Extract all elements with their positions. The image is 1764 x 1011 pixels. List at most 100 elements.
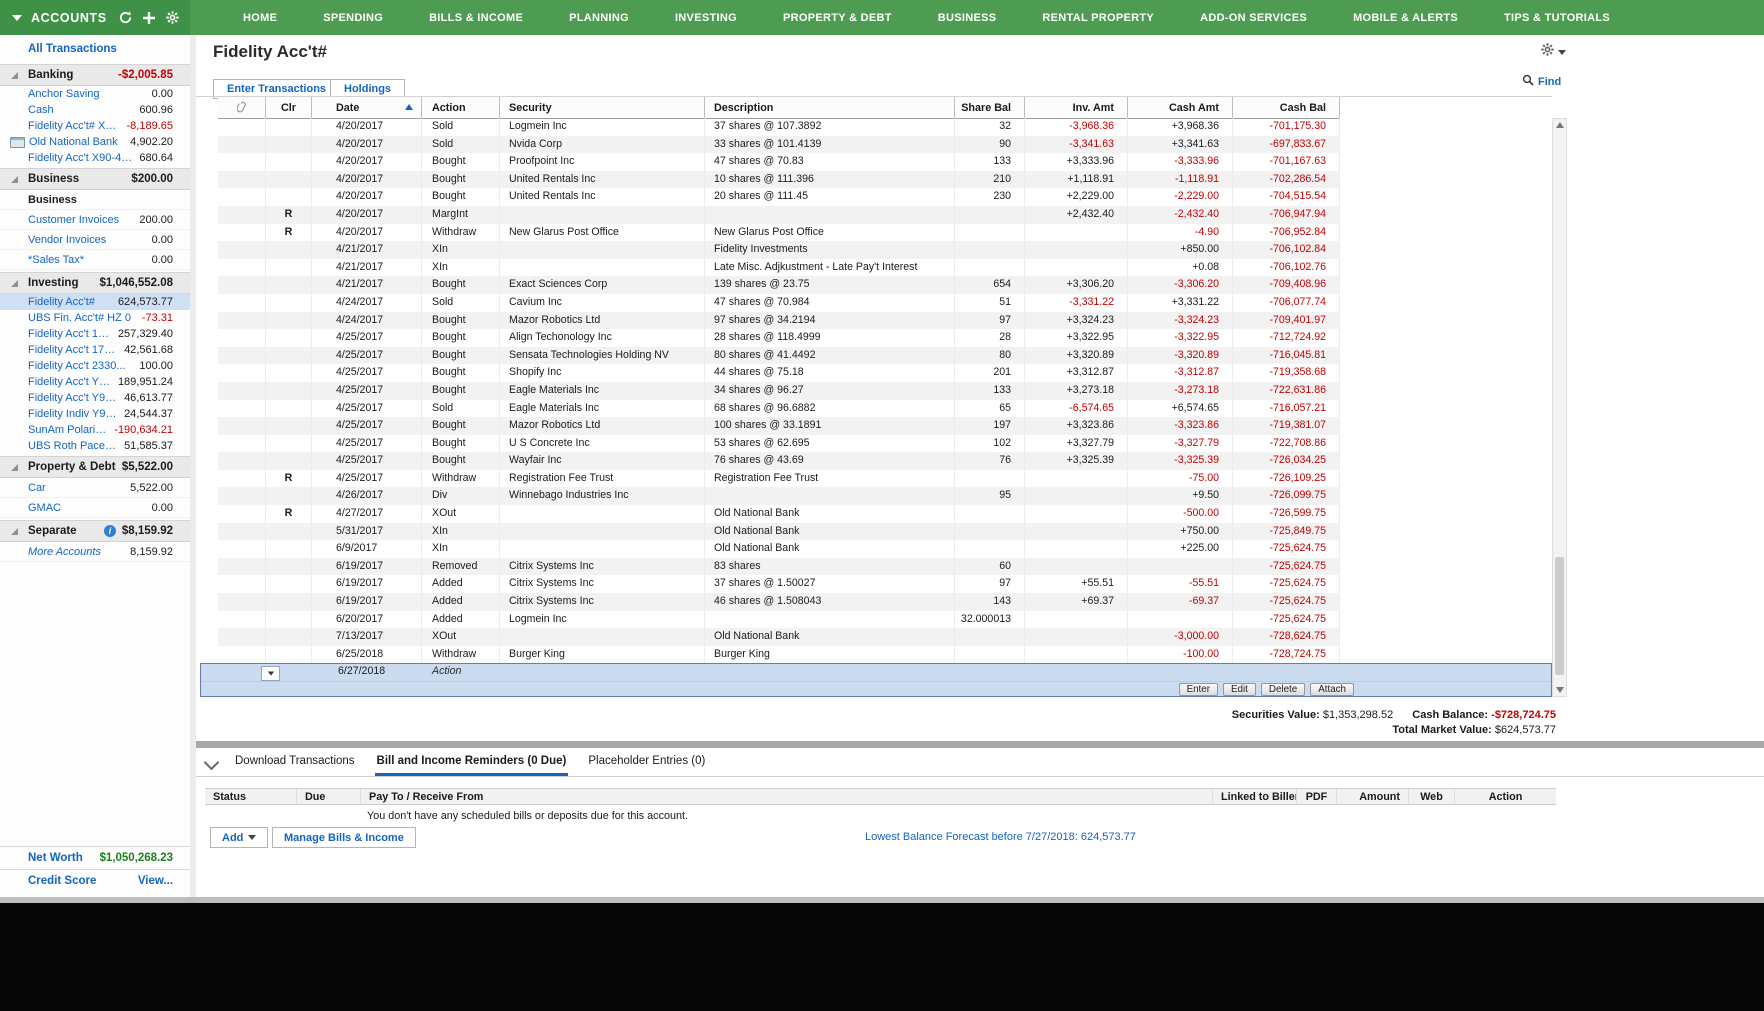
sidebar-item-fidelity-acc-t-x83-0[interactable]: Fidelity Acc't# X83-0...-8,189.65 (0, 118, 190, 134)
tab-placeholder-entries-0[interactable]: Placeholder Entries (0) (586, 748, 707, 776)
table-row[interactable]: 4/20/2017BoughtProofpoint Inc47 shares @… (218, 153, 1340, 171)
add-account-icon[interactable] (142, 11, 156, 25)
table-row[interactable]: 4/21/2017XInFidelity Investments+850.00-… (218, 241, 1340, 259)
nav-item-planning[interactable]: PLANNING (569, 12, 629, 24)
attachment-column-header[interactable] (218, 97, 266, 118)
reminders-column-pay-to-receive-from[interactable]: Pay To / Receive From (361, 789, 1213, 804)
table-row[interactable]: 4/20/2017SoldLogmein Inc37 shares @ 107.… (218, 118, 1340, 136)
new-transaction-action-placeholder[interactable]: Action (432, 665, 461, 677)
sidebar-item-sunam-polaris-ii-p[interactable]: SunAm Polaris II P...-190,634.21 (0, 422, 190, 438)
table-row[interactable]: 5/31/2017XInOld National Bank+750.00-725… (218, 523, 1340, 541)
sidebar-item-fidelity-acc-t[interactable]: Fidelity Acc't#624,573.77 (0, 294, 190, 310)
sidebar-item-business[interactable]: Business (0, 190, 190, 210)
table-row[interactable]: 6/20/2017AddedLogmein Inc32.000013-725,6… (218, 611, 1340, 629)
table-row[interactable]: 4/25/2017BoughtU S Concrete Inc53 shares… (218, 435, 1340, 453)
nav-item-spending[interactable]: SPENDING (323, 12, 383, 24)
net-worth-row[interactable]: Net Worth $1,050,268.23 (0, 846, 190, 869)
nav-item-property-debt[interactable]: PROPERTY & DEBT (783, 12, 892, 24)
add-reminder-button[interactable]: Add (210, 827, 268, 848)
register-settings-menu[interactable] (1540, 42, 1566, 62)
panel-splitter-handle[interactable] (196, 741, 1764, 748)
table-row[interactable]: 4/20/2017BoughtUnited Rentals Inc10 shar… (218, 171, 1340, 189)
accounts-collapse-icon[interactable] (12, 15, 22, 21)
invamt-column-header[interactable]: Inv. Amt (1025, 97, 1128, 118)
table-row[interactable]: 4/24/2017SoldCavium Inc47 shares @ 70.98… (218, 294, 1340, 312)
security-column-header[interactable]: Security (500, 97, 705, 118)
clr-column-header[interactable]: Clr (266, 97, 312, 118)
accounts-header[interactable]: ACCOUNTS (0, 0, 190, 35)
sidebar-item-vendor-invoices[interactable]: Vendor Invoices0.00 (0, 230, 190, 250)
table-row[interactable]: 4/21/2017XInLate Misc. Adjkustment - Lat… (218, 259, 1340, 277)
sidebar-item-fidelity-indiv-y906[interactable]: Fidelity Indiv Y906...24,544.37 (0, 406, 190, 422)
sidebar-item-more-accounts[interactable]: More Accounts8,159.92 (0, 542, 190, 562)
reminders-column-status[interactable]: Status (205, 789, 297, 804)
table-row[interactable]: 4/25/2017BoughtSensata Technologies Hold… (218, 347, 1340, 365)
table-row[interactable]: 4/21/2017BoughtExact Sciences Corp139 sh… (218, 276, 1340, 294)
table-row[interactable]: 6/19/2017RemovedCitrix Systems Inc83 sha… (218, 558, 1340, 576)
reminders-column-action[interactable]: Action (1455, 789, 1556, 804)
scroll-up-icon[interactable] (1556, 122, 1564, 128)
sidebar-item-cash[interactable]: Cash600.96 (0, 102, 190, 118)
sidebar-item-car[interactable]: Car5,522.00 (0, 478, 190, 498)
table-row[interactable]: 4/25/2017BoughtMazor Robotics Ltd100 sha… (218, 417, 1340, 435)
sidebar-item-sales-tax[interactable]: *Sales Tax*0.00 (0, 250, 190, 270)
reminders-column-pdf[interactable]: PDF (1297, 789, 1337, 804)
table-row[interactable]: 4/25/2017BoughtEagle Materials Inc34 sha… (218, 382, 1340, 400)
table-row[interactable]: 6/19/2017AddedCitrix Systems Inc37 share… (218, 575, 1340, 593)
table-row[interactable]: 4/20/2017BoughtUnited Rentals Inc20 shar… (218, 188, 1340, 206)
gear-icon[interactable] (165, 10, 180, 25)
reminders-column-amount[interactable]: Amount (1337, 789, 1409, 804)
info-icon[interactable]: i (104, 525, 116, 537)
sidebar-item-all-transactions[interactable]: All Transactions (0, 35, 190, 62)
table-row[interactable]: 6/19/2017AddedCitrix Systems Inc46 share… (218, 593, 1340, 611)
new-transaction-date[interactable]: 6/27/2018 (338, 665, 385, 677)
attach-button[interactable]: Attach (1310, 683, 1354, 696)
new-transaction-row[interactable]: 6/27/2018 Action Enter Edit Delete Attac… (200, 663, 1552, 697)
table-row[interactable]: 7/13/2017XOutOld National Bank-3,000.00-… (218, 628, 1340, 646)
table-row[interactable]: R4/20/2017WithdrawNew Glarus Post Office… (218, 224, 1340, 242)
delete-button[interactable]: Delete (1261, 683, 1305, 696)
sidebar-item-fidelity-acc-t-y906[interactable]: Fidelity Acc't Y906...189,951.24 (0, 374, 190, 390)
sidebar-item-customer-invoices[interactable]: Customer Invoices200.00 (0, 210, 190, 230)
register-scrollbar[interactable] (1552, 118, 1567, 697)
sidebar-item-ubs-fin-acc-t-hz-0[interactable]: UBS Fin. Acc't# HZ 0-73.31 (0, 310, 190, 326)
scroll-down-icon[interactable] (1556, 687, 1564, 693)
sidebar-item-fidelity-acc-t-x90-49[interactable]: Fidelity Acc't X90-49...680.64 (0, 150, 190, 166)
description-column-header[interactable]: Description (705, 97, 955, 118)
sidebar-item-anchor-saving[interactable]: Anchor Saving0.00 (0, 86, 190, 102)
nav-item-tips-tutorials[interactable]: TIPS & TUTORIALS (1504, 12, 1610, 24)
table-row[interactable]: R4/20/2017MargInt+2,432.40-2,432.40-706,… (218, 206, 1340, 224)
manage-bills-button[interactable]: Manage Bills & Income (272, 827, 416, 848)
table-row[interactable]: 4/25/2017BoughtWayfair Inc76 shares @ 43… (218, 452, 1340, 470)
find-control[interactable]: Find (1522, 74, 1561, 89)
sidebar-item-fidelity-acc-t-174[interactable]: Fidelity Acc't 174-...257,329.40 (0, 326, 190, 342)
credit-score-view-link[interactable]: View... (138, 875, 173, 887)
nav-item-add-on-services[interactable]: ADD-ON SERVICES (1200, 12, 1307, 24)
nav-item-bills-income[interactable]: BILLS & INCOME (429, 12, 523, 24)
refresh-icon[interactable] (118, 10, 133, 25)
sidebar-item-old-national-bank[interactable]: Old National Bank4,902.20 (0, 134, 190, 150)
action-column-header[interactable]: Action (422, 97, 500, 118)
table-row[interactable]: 4/26/2017DivWinnebago Industries Inc95+9… (218, 487, 1340, 505)
reminders-column-web[interactable]: Web (1409, 789, 1455, 804)
credit-score-row[interactable]: Credit Score View... (0, 869, 190, 892)
sidebar-group-banking[interactable]: Banking-$2,005.85 (0, 64, 190, 86)
tab-download-transactions[interactable]: Download Transactions (233, 748, 357, 776)
nav-item-home[interactable]: HOME (243, 12, 277, 24)
nav-item-mobile-alerts[interactable]: MOBILE & ALERTS (1353, 12, 1458, 24)
nav-item-investing[interactable]: INVESTING (675, 12, 737, 24)
lowest-balance-forecast-link[interactable]: Lowest Balance Forecast before 7/27/2018… (865, 831, 1136, 843)
enter-button[interactable]: Enter (1179, 683, 1218, 696)
scrollbar-thumb[interactable] (1555, 557, 1564, 675)
table-row[interactable]: R4/25/2017WithdrawRegistration Fee Trust… (218, 470, 1340, 488)
sidebar-item-fidelity-acc-t-y906[interactable]: Fidelity Acc't Y906...46,613.77 (0, 390, 190, 406)
nav-item-business[interactable]: BUSINESS (938, 12, 997, 24)
nav-item-rental-property[interactable]: RENTAL PROPERTY (1042, 12, 1154, 24)
table-row[interactable]: 6/9/2017XInOld National Bank+225.00-725,… (218, 540, 1340, 558)
table-row[interactable]: 4/25/2017BoughtAlign Techonology Inc28 s… (218, 329, 1340, 347)
reminders-column-due[interactable]: Due (297, 789, 361, 804)
cashbal-column-header[interactable]: Cash Bal (1233, 97, 1340, 118)
sidebar-item-fidelity-acc-t-176[interactable]: Fidelity Acc't 176-...42,561.68 (0, 342, 190, 358)
table-row[interactable]: R4/27/2017XOutOld National Bank-500.00-7… (218, 505, 1340, 523)
sidebar-item-ubs-roth-pace-ira[interactable]: UBS Roth Pace Ira ...51,585.37 (0, 438, 190, 454)
